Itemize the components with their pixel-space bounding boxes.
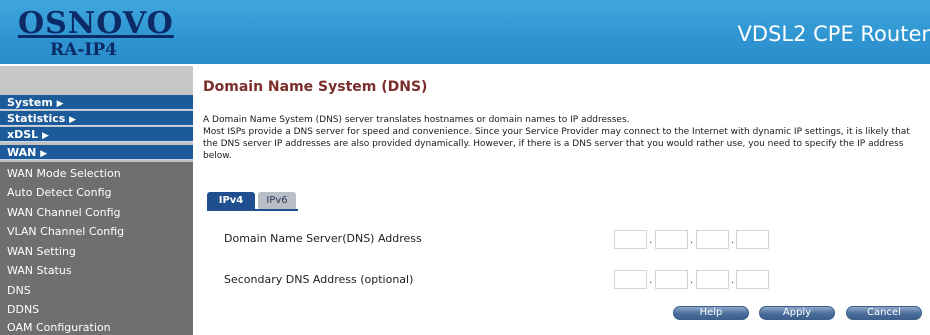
octet-separator: . <box>731 235 735 246</box>
sidebar-item-wan-status[interactable]: WAN Status <box>7 264 72 278</box>
chevron-right-icon: ▶ <box>42 131 49 141</box>
brand-logo: OSNOVO RA-IP4 <box>4 4 173 62</box>
octet-separator: . <box>690 275 694 286</box>
sidebar-item-ddns[interactable]: DDNS <box>7 303 39 317</box>
page-title: Domain Name System (DNS) <box>203 79 428 95</box>
secondary-dns-label: Secondary DNS Address (optional) <box>224 273 414 286</box>
cancel-button[interactable]: Cancel <box>846 306 922 320</box>
chevron-right-icon: ▶ <box>40 149 48 159</box>
description-line: A Domain Name System (DNS) server transl… <box>203 115 630 125</box>
octet-separator: . <box>731 275 735 286</box>
help-button[interactable]: Help <box>673 306 749 320</box>
page-description: A Domain Name System (DNS) server transl… <box>203 114 925 162</box>
apply-button[interactable]: Apply <box>759 306 835 320</box>
primary-dns-octet-4[interactable] <box>736 230 769 249</box>
header-bar: OSNOVO RA-IP4 VDSL2 CPE Router <box>0 0 930 64</box>
tab-ipv6[interactable]: IPv6 <box>258 192 296 209</box>
sidebar-item-vlan-channel-config[interactable]: VLAN Channel Config <box>7 225 124 239</box>
octet-separator: . <box>649 235 653 246</box>
primary-dns-octet-1[interactable] <box>614 230 647 249</box>
sidebar-item-xdsl[interactable]: xDSL ▶ <box>0 127 193 142</box>
octet-separator: . <box>649 275 653 286</box>
sidebar-item-system[interactable]: System ▶ <box>0 95 193 110</box>
primary-dns-octet-3[interactable] <box>696 230 729 249</box>
chevron-right-icon: ▶ <box>56 99 64 109</box>
secondary-dns-octet-4[interactable] <box>736 270 769 289</box>
chevron-right-icon: ▶ <box>69 115 77 125</box>
tab-ipv4[interactable]: IPv4 <box>207 192 255 209</box>
sidebar-item-dns[interactable]: DNS <box>7 284 31 298</box>
sidebar-item-wan-mode-selection[interactable]: WAN Mode Selection <box>7 167 121 181</box>
sidebar-item-auto-detect-config[interactable]: Auto Detect Config <box>7 186 112 200</box>
primary-dns-octet-2[interactable] <box>655 230 688 249</box>
primary-dns-label: Domain Name Server(DNS) Address <box>224 232 422 245</box>
sidebar-item-wan-setting[interactable]: WAN Setting <box>7 245 76 259</box>
tab-underline <box>207 209 298 211</box>
model-name: RA-IP4 <box>50 40 117 60</box>
brand-name: OSNOVO <box>18 6 174 41</box>
sidebar-item-label: System <box>7 96 53 109</box>
sidebar-item-wan[interactable]: WAN ▶ <box>0 145 193 160</box>
octet-separator: . <box>690 235 694 246</box>
sidebar-item-label: WAN <box>7 146 37 159</box>
description-paragraph: Most ISPs provide a DNS server for speed… <box>203 127 910 161</box>
sidebar-item-oam-configuration[interactable]: OAM Configuration <box>7 321 111 335</box>
secondary-dns-octet-1[interactable] <box>614 270 647 289</box>
sidebar-item-label: Statistics <box>7 112 66 125</box>
sidebar-item-label: xDSL <box>7 128 39 141</box>
secondary-dns-octet-3[interactable] <box>696 270 729 289</box>
sidebar-item-wan-channel-config[interactable]: WAN Channel Config <box>7 206 120 220</box>
product-title: VDSL2 CPE Router <box>737 22 930 46</box>
secondary-dns-octet-2[interactable] <box>655 270 688 289</box>
sidebar-item-statistics[interactable]: Statistics ▶ <box>0 111 193 126</box>
